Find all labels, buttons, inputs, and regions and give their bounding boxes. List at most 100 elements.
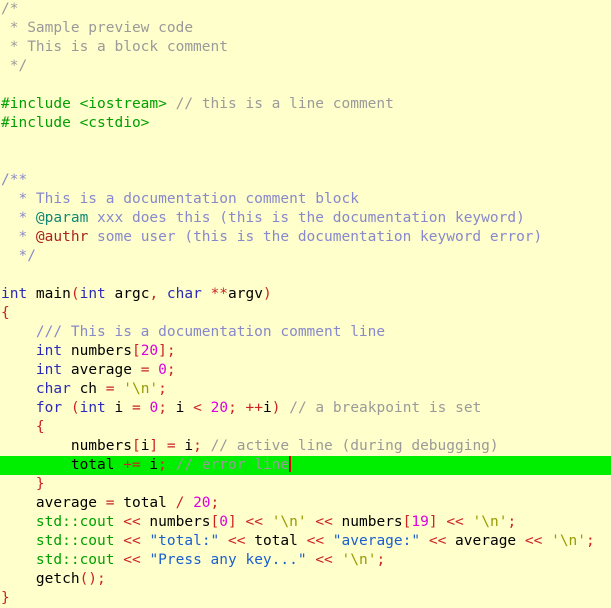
code-line[interactable]: getch(); bbox=[0, 570, 611, 589]
code-text-area[interactable]: /* * Sample preview code * This is a blo… bbox=[0, 0, 611, 608]
code-line[interactable]: { bbox=[0, 304, 611, 323]
code-token-preproc: std::cout bbox=[35, 552, 115, 568]
code-line[interactable]: char ch = '\n'; bbox=[0, 380, 611, 399]
code-token-punct: } bbox=[35, 476, 45, 492]
code-line[interactable]: * This is a documentation comment block bbox=[0, 190, 611, 209]
code-editor-preview[interactable]: /* * Sample preview code * This is a blo… bbox=[0, 0, 611, 606]
code-line[interactable]: /// This is a documentation comment line bbox=[0, 323, 611, 342]
code-line[interactable]: average = total / 20; bbox=[0, 494, 611, 513]
code-line[interactable]: */ bbox=[0, 247, 611, 266]
code-token-punct: ; bbox=[193, 438, 202, 454]
code-token-comment: // active line (during debugging) bbox=[210, 438, 499, 454]
code-token-plain: i bbox=[166, 400, 194, 416]
code-line[interactable]: * Sample preview code bbox=[0, 19, 611, 38]
code-token-doc: /** bbox=[1, 172, 28, 188]
code-line[interactable] bbox=[0, 152, 611, 171]
code-line[interactable]: int main(int argc, char **argv) bbox=[0, 285, 611, 304]
code-token-punct: ; bbox=[586, 533, 595, 549]
code-line[interactable]: * @param xxx does this (this is the docu… bbox=[0, 209, 611, 228]
code-token-plain: argv bbox=[228, 286, 263, 302]
code-line[interactable]: std::cout << "total:" << total << "avera… bbox=[0, 532, 611, 551]
code-token-op: << bbox=[315, 514, 333, 530]
code-line[interactable]: * @authr some user (this is the document… bbox=[0, 228, 611, 247]
code-token-plain: i bbox=[263, 400, 272, 416]
code-line[interactable]: { bbox=[0, 418, 611, 437]
code-token-keyword: int bbox=[79, 400, 106, 416]
code-token-plain: average bbox=[446, 533, 525, 549]
code-token-string: "average:" bbox=[332, 533, 421, 549]
code-line[interactable] bbox=[0, 133, 611, 152]
code-line[interactable]: numbers[i] = i; // active line (during d… bbox=[0, 437, 611, 456]
code-line[interactable]: int average = 0; bbox=[0, 361, 611, 380]
code-token-number: 0 bbox=[158, 362, 167, 378]
code-line[interactable]: std::cout << numbers[0] << '\n' << numbe… bbox=[0, 513, 611, 532]
code-token-comment: /* bbox=[1, 1, 19, 17]
text-caret bbox=[289, 456, 292, 472]
code-token-op: += bbox=[123, 457, 141, 473]
code-line[interactable] bbox=[0, 266, 611, 285]
code-token-plain: argc bbox=[105, 286, 150, 302]
code-token-plain: main bbox=[27, 286, 71, 302]
code-token-keyword: int bbox=[35, 343, 63, 359]
code-token-op: << bbox=[245, 514, 263, 530]
code-line[interactable]: int numbers[20]; bbox=[0, 342, 611, 361]
code-line-highlighted[interactable]: total += i; // error line bbox=[0, 456, 611, 475]
code-line[interactable]: /** bbox=[0, 171, 611, 190]
code-line[interactable]: /* bbox=[0, 0, 611, 19]
code-token-plain: total bbox=[114, 495, 176, 511]
code-token-doc: * bbox=[1, 229, 36, 245]
code-line[interactable]: std::cout << "Press any key..." << '\n'; bbox=[0, 551, 611, 570]
code-token-punct: ( bbox=[70, 400, 80, 416]
code-line[interactable]: */ bbox=[0, 57, 611, 76]
code-line[interactable] bbox=[0, 76, 611, 95]
code-token-keyword: int bbox=[1, 286, 28, 302]
code-token-keyword: int bbox=[79, 286, 106, 302]
code-line[interactable]: for (int i = 0; i < 20; ++i) // a breakp… bbox=[0, 399, 611, 418]
code-token-keyword: for bbox=[35, 400, 63, 416]
code-line[interactable]: #include <iostream> // this is a line co… bbox=[0, 95, 611, 114]
code-token-doc: * This is a documentation comment block bbox=[1, 191, 359, 207]
code-token-punct: ; bbox=[97, 571, 106, 587]
code-token-comment: // error line bbox=[175, 457, 290, 473]
code-line[interactable]: * This is a block comment bbox=[0, 38, 611, 57]
code-token-op: ++ bbox=[245, 400, 264, 416]
code-line[interactable]: } bbox=[0, 589, 611, 608]
code-token-keyword: char bbox=[166, 286, 202, 302]
code-token-plain: average bbox=[62, 362, 141, 378]
code-token-docword: @param bbox=[35, 210, 89, 226]
code-line[interactable]: } bbox=[0, 475, 611, 494]
code-token-punct: ** bbox=[210, 286, 229, 302]
code-token-plain: total bbox=[245, 533, 307, 549]
code-token-punct: [ bbox=[131, 343, 141, 359]
code-token-plain: getch bbox=[1, 571, 80, 587]
code-token-preproc: <iostream> bbox=[79, 96, 167, 112]
code-line[interactable]: #include <cstdio> bbox=[0, 114, 611, 133]
code-token-punct: [ bbox=[131, 438, 141, 454]
code-token-punct: ; bbox=[210, 495, 220, 511]
code-token-punct: ; bbox=[507, 514, 517, 530]
